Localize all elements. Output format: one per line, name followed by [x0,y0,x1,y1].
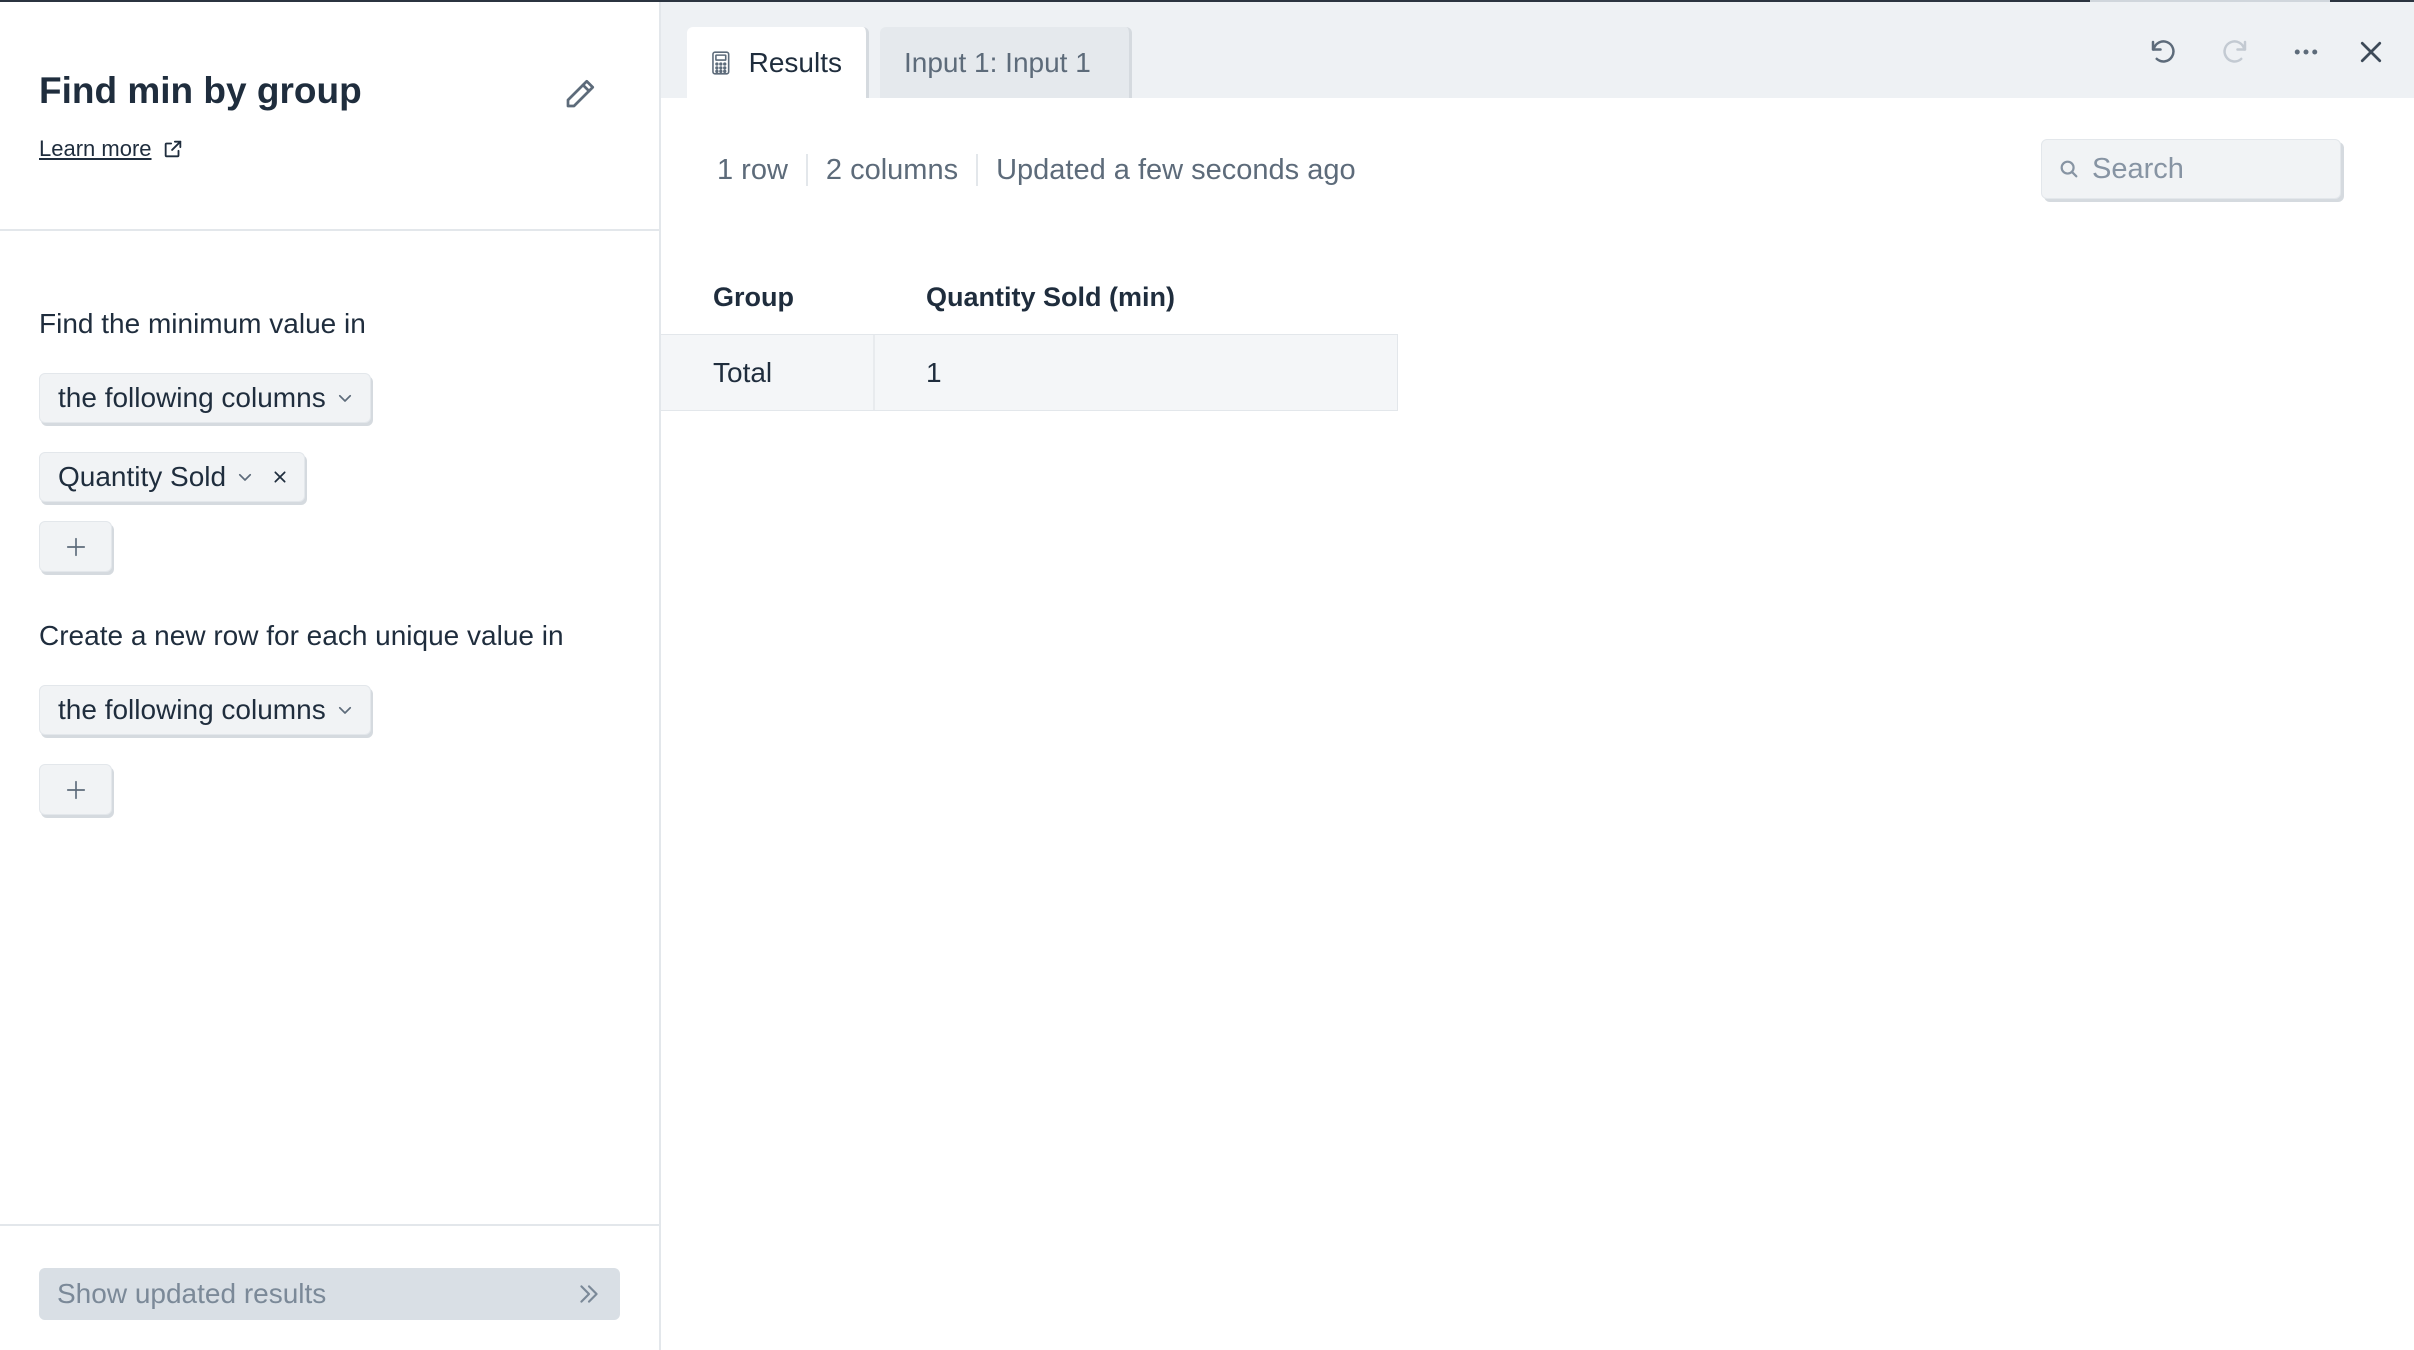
calculator-icon [712,50,730,75]
chevron-down-icon [338,706,351,714]
group-mode-dropdown[interactable]: the following columns [39,685,371,735]
chevron-down-icon [338,394,351,402]
results-tabbar: Results Input 1: Input 1 [661,2,2414,98]
find-mode-value: the following columns [58,382,326,413]
column-chip-label: Quantity Sold [58,461,227,492]
divider [976,154,979,186]
pencil-icon[interactable] [562,76,598,112]
learn-more-label: Learn more [39,136,152,161]
app-window: Find min by group Learn more Find the mi… [0,0,2414,1350]
search-icon [2060,160,2078,178]
show-results-label: Show updated results [57,1278,327,1309]
updated-status: Updated a few seconds ago [996,153,1356,186]
results-panel: Results Input 1: Input 1 1 row 2 columns… [661,2,2414,1350]
plus-icon [66,780,85,799]
redo-icon[interactable] [2215,32,2255,72]
step-config-panel: Find min by group Learn more Find the mi… [0,2,661,1350]
table-row: Total 1 [661,334,1398,411]
more-icon[interactable] [2286,32,2326,72]
find-mode-dropdown[interactable]: the following columns [39,373,371,423]
column-count: 2 columns [825,153,959,186]
chevron-down-icon[interactable] [236,468,254,486]
column-header-group[interactable]: Group [713,282,794,313]
tab-results[interactable]: Results [687,27,869,98]
tab-input-label: Input 1: Input 1 [904,46,1091,78]
results-summary: 1 row 2 columns Updated a few seconds ag… [717,150,1356,190]
group-mode-value: the following columns [58,694,326,725]
cell-divider [873,335,875,410]
cell-quantity-sold-min[interactable]: 1 [926,335,942,410]
config-footer: Show updated results [0,1224,659,1350]
column-chip-quantity-sold[interactable]: Quantity Sold [39,452,306,502]
search-field[interactable] [2041,139,2341,199]
close-icon[interactable] [2351,32,2391,72]
remove-column-icon[interactable] [272,469,288,485]
tab-results-label: Results [748,46,842,78]
column-header-quantity-sold-min[interactable]: Quantity Sold (min) [926,282,1175,313]
external-link-icon [164,140,181,158]
step-title: Find min by group [39,70,362,111]
add-column-button[interactable] [39,521,112,572]
learn-more-link[interactable]: Learn more [39,136,184,162]
divider [805,154,808,186]
row-count: 1 row [717,153,788,186]
add-group-column-button[interactable] [39,764,112,815]
show-updated-results-button[interactable]: Show updated results [39,1268,620,1320]
step-header: Find min by group Learn more [0,2,659,231]
tab-input-1[interactable]: Input 1: Input 1 [880,27,1132,98]
double-chevron-right-icon [580,1285,598,1303]
find-min-label: Find the minimum value in [39,308,366,339]
cell-group[interactable]: Total [713,335,772,410]
table-header: Group Quantity Sold (min) [661,260,1398,334]
plus-icon [66,537,85,556]
group-by-label: Create a new row for each unique value i… [39,620,564,651]
undo-icon[interactable] [2143,32,2183,72]
search-input[interactable] [2092,152,2332,186]
